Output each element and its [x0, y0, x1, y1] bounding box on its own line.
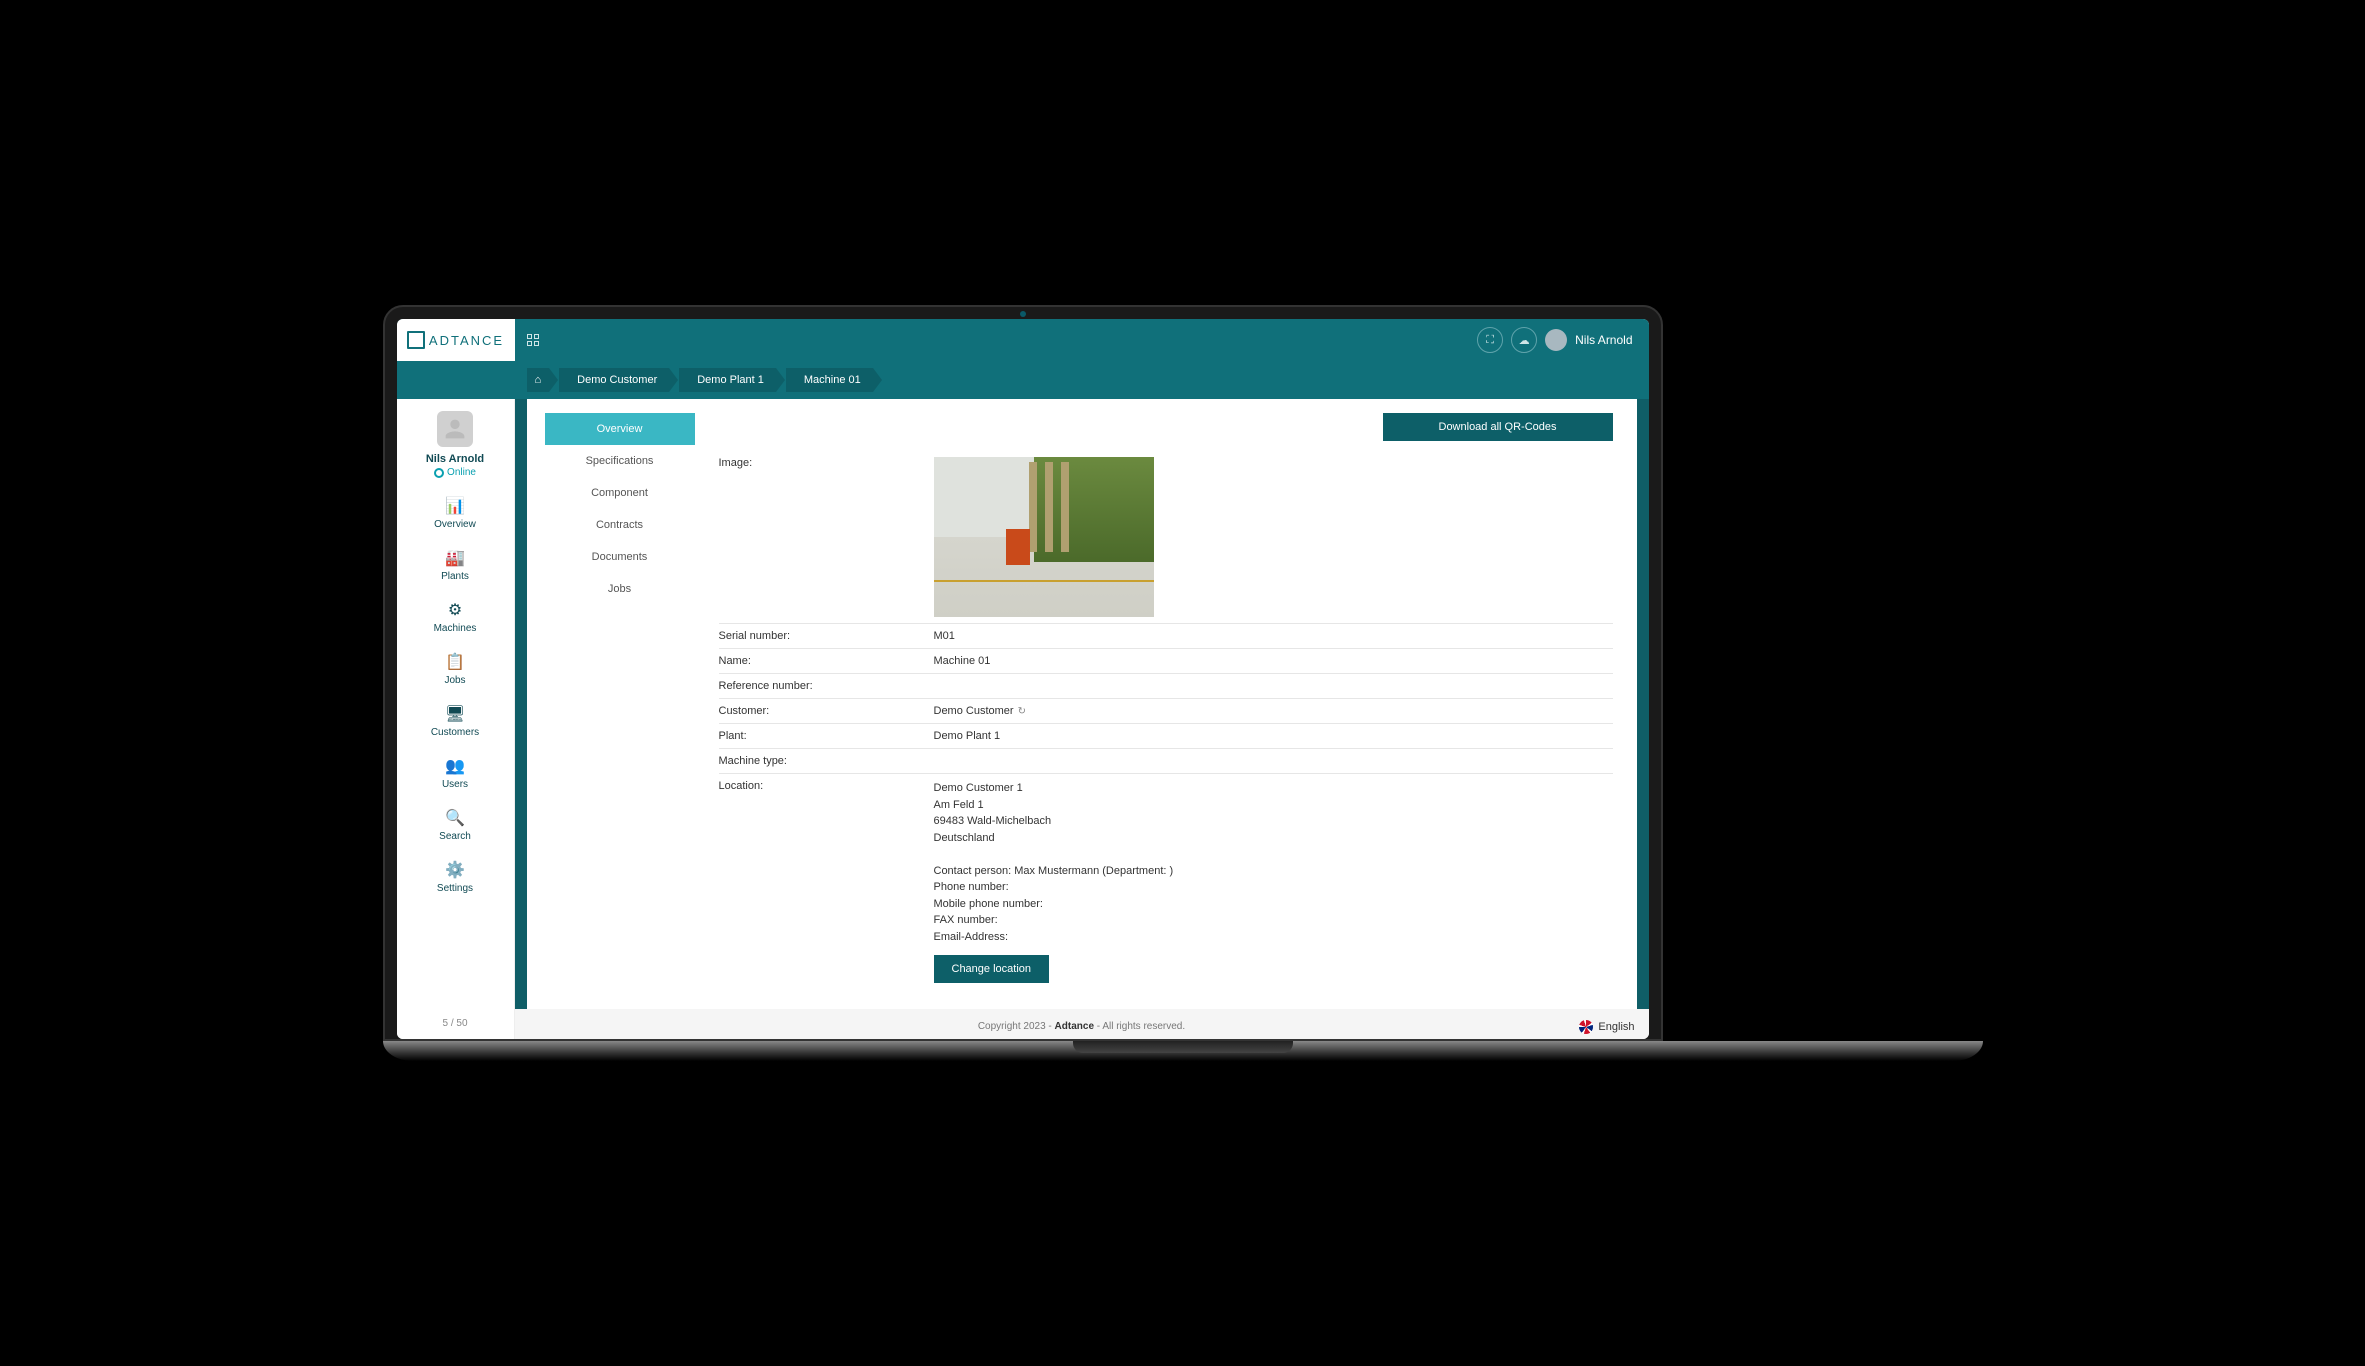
nav-jobs[interactable]: 📋 Jobs [397, 652, 514, 686]
jobs-icon: 📋 [445, 652, 465, 672]
field-label: Plant: [719, 730, 934, 742]
breadcrumb-home[interactable]: ⌂ [527, 368, 550, 392]
machines-icon: ⚙ [448, 600, 462, 620]
fullscreen-icon[interactable]: ⛶ [1477, 327, 1503, 353]
tab-jobs[interactable]: Jobs [545, 573, 695, 605]
nav-customers[interactable]: 🖥 Customers [397, 704, 514, 738]
field-value: M01 [934, 630, 1613, 642]
nav-label: Customers [431, 727, 479, 738]
field-serial: Serial number: M01 [719, 624, 1613, 649]
customers-icon: 🖥 [445, 704, 465, 724]
nav-label: Machines [434, 623, 477, 634]
laptop-base [383, 1041, 1983, 1061]
tab-contracts[interactable]: Contracts [545, 509, 695, 541]
gear-icon: ⚙️ [445, 860, 465, 880]
topbar-username[interactable]: Nils Arnold [1575, 333, 1632, 347]
nav-label: Settings [437, 883, 473, 894]
plants-icon: 🏭 [445, 548, 465, 568]
machine-image [934, 457, 1154, 617]
tab-overview[interactable]: Overview [545, 413, 695, 445]
language-selector[interactable]: English [1579, 1009, 1634, 1039]
nav-label: Plants [441, 571, 469, 582]
search-icon: 🔍 [445, 808, 465, 828]
content-card: Overview Specifications Component Contra… [527, 399, 1637, 1009]
field-location: Location: Demo Customer 1 Am Feld 1 6948… [719, 774, 1613, 989]
tab-documents[interactable]: Documents [545, 541, 695, 573]
footer: Copyright 2023 - Adtance - All rights re… [515, 1009, 1649, 1039]
field-machine-type: Machine type: [719, 749, 1613, 774]
field-label: Image: [719, 457, 934, 617]
field-value: Demo Plant 1 [934, 730, 1613, 742]
tab-specifications[interactable]: Specifications [545, 445, 695, 477]
field-customer: Customer: Demo Customer↻ [719, 699, 1613, 724]
breadcrumb: ⌂ Demo Customer Demo Plant 1 Machine 01 [397, 361, 1649, 399]
field-plant: Plant: Demo Plant 1 [719, 724, 1613, 749]
nav-machines[interactable]: ⚙ Machines [397, 600, 514, 634]
field-value [934, 755, 1613, 767]
brand-logo[interactable]: ADTANCE [397, 319, 515, 361]
avatar[interactable] [1545, 329, 1567, 351]
sidebar-footer: 5 / 50 [442, 1008, 467, 1039]
flag-icon [1579, 1020, 1593, 1034]
field-name: Name: Machine 01 [719, 649, 1613, 674]
nav-search[interactable]: 🔍 Search [397, 808, 514, 842]
topbar: ADTANCE ⛶ ☁ Nils Arnold [397, 319, 1649, 361]
field-value: Demo Customer↻ [934, 705, 1613, 717]
field-label: Serial number: [719, 630, 934, 642]
collapse-icon[interactable] [527, 334, 541, 346]
cloud-icon[interactable]: ☁ [1511, 327, 1537, 353]
nav-plants[interactable]: 🏭 Plants [397, 548, 514, 582]
nav-label: Jobs [444, 675, 465, 686]
camera-dot [1020, 311, 1026, 317]
users-icon: 👥 [445, 756, 465, 776]
breadcrumb-item[interactable]: Demo Customer [559, 368, 669, 392]
nav-label: Overview [434, 519, 476, 530]
app-screen: ADTANCE ⛶ ☁ Nils Arnold ⌂ Demo Customer … [397, 319, 1649, 1039]
field-value: Machine 01 [934, 655, 1613, 667]
main: Overview Specifications Component Contra… [515, 399, 1649, 1039]
dashboard-icon: 📊 [445, 496, 465, 516]
nav-label: Search [439, 831, 471, 842]
laptop-frame: ADTANCE ⛶ ☁ Nils Arnold ⌂ Demo Customer … [383, 305, 1663, 1041]
field-label: Location: [719, 780, 934, 983]
breadcrumb-item[interactable]: Demo Plant 1 [679, 368, 776, 392]
language-label: English [1598, 1009, 1634, 1039]
nav-settings[interactable]: ⚙️ Settings [397, 860, 514, 894]
tab-component[interactable]: Component [545, 477, 695, 509]
sidebar-username: Nils Arnold [426, 453, 484, 465]
sub-tabs: Overview Specifications Component Contra… [545, 413, 695, 1009]
location-block: Demo Customer 1 Am Feld 1 69483 Wald-Mic… [934, 780, 1613, 983]
sidebar: Nils Arnold Online 📊 Overview 🏭 Plants ⚙ Ma… [397, 399, 515, 1039]
field-image: Image: [719, 451, 1613, 624]
field-label: Customer: [719, 705, 934, 717]
status-badge: Online [434, 467, 476, 478]
change-location-button[interactable]: Change location [934, 955, 1050, 983]
nav-label: Users [442, 779, 468, 790]
breadcrumb-item[interactable]: Machine 01 [786, 368, 873, 392]
user-avatar [437, 411, 473, 447]
field-label: Name: [719, 655, 934, 667]
sync-icon[interactable]: ↻ [1018, 706, 1026, 717]
download-qr-button[interactable]: Download all QR-Codes [1383, 413, 1613, 441]
nav: 📊 Overview 🏭 Plants ⚙ Machines 📋 Jobs 🖥 Custo… [397, 496, 514, 894]
nav-users[interactable]: 👥 Users [397, 756, 514, 790]
field-label: Machine type: [719, 755, 934, 767]
details-panel: Download all QR-Codes Image: [695, 399, 1637, 1009]
field-value [934, 680, 1613, 692]
field-reference: Reference number: [719, 674, 1613, 699]
nav-overview[interactable]: 📊 Overview [397, 496, 514, 530]
field-label: Reference number: [719, 680, 934, 692]
